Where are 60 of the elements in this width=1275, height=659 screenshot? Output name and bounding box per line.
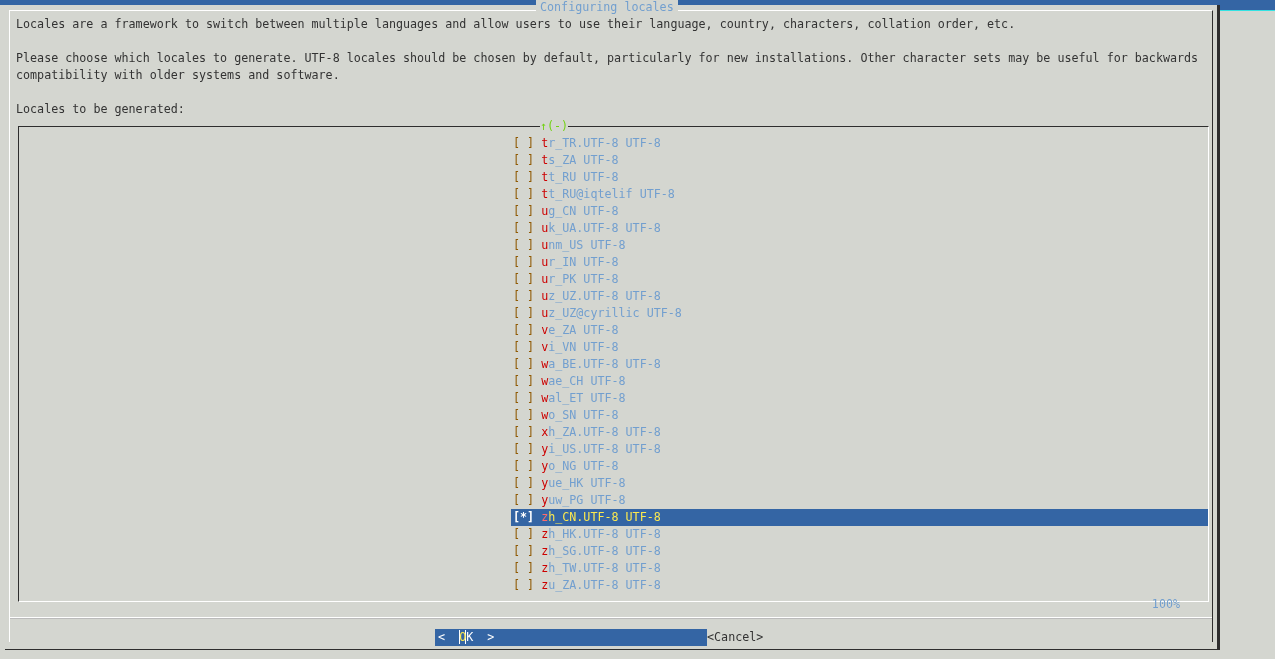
locale-item[interactable]: [ ] tt_RU UTF-8 <box>511 169 1208 186</box>
checkbox[interactable]: [ ] <box>513 271 535 288</box>
locale-item[interactable]: [*] zh_CN.UTF-8 UTF-8 <box>511 509 1208 526</box>
checkbox[interactable]: [ ] <box>513 339 535 356</box>
checkbox[interactable]: [ ] <box>513 135 535 152</box>
locale-item[interactable]: [ ] wa_BE.UTF-8 UTF-8 <box>511 356 1208 373</box>
checkbox[interactable]: [ ] <box>513 288 535 305</box>
locale-item[interactable]: [ ] wae_CH UTF-8 <box>511 373 1208 390</box>
checkbox[interactable]: [ ] <box>513 305 535 322</box>
checkbox[interactable]: [ ] <box>513 322 535 339</box>
checkbox[interactable]: [ ] <box>513 220 535 237</box>
locale-item[interactable]: [ ] tr_TR.UTF-8 UTF-8 <box>511 135 1208 152</box>
locale-item[interactable]: [ ] yue_HK UTF-8 <box>511 475 1208 492</box>
checkbox[interactable]: [ ] <box>513 254 535 271</box>
locale-item[interactable]: [ ] ts_ZA UTF-8 <box>511 152 1208 169</box>
checkbox[interactable]: [ ] <box>513 237 535 254</box>
checkbox[interactable]: [ ] <box>513 458 535 475</box>
checkbox[interactable]: [ ] <box>513 152 535 169</box>
locale-item[interactable]: [ ] uz_UZ@cyrillic UTF-8 <box>511 305 1208 322</box>
locale-item[interactable]: [ ] zh_TW.UTF-8 UTF-8 <box>511 560 1208 577</box>
checkbox[interactable]: [ ] <box>513 356 535 373</box>
locale-item[interactable]: [ ] ug_CN UTF-8 <box>511 203 1208 220</box>
list-label: Locales to be generated: <box>16 101 186 118</box>
locale-item[interactable]: [ ] zh_HK.UTF-8 UTF-8 <box>511 526 1208 543</box>
checkbox[interactable]: [*] <box>513 509 535 526</box>
checkbox[interactable]: [ ] <box>513 169 535 186</box>
locale-item[interactable]: [ ] unm_US UTF-8 <box>511 237 1208 254</box>
checkbox[interactable]: [ ] <box>513 424 535 441</box>
checkbox[interactable]: [ ] <box>513 475 535 492</box>
locale-item[interactable]: [ ] yi_US.UTF-8 UTF-8 <box>511 441 1208 458</box>
checkbox[interactable]: [ ] <box>513 186 535 203</box>
locale-item[interactable]: [ ] yo_NG UTF-8 <box>511 458 1208 475</box>
checkbox[interactable]: [ ] <box>513 373 535 390</box>
checkbox[interactable]: [ ] <box>513 526 535 543</box>
dialog-title: Configuring locales <box>536 0 678 16</box>
checkbox[interactable]: [ ] <box>513 492 535 509</box>
description-text: Locales are a framework to switch between multiple languages and allow users to use their language, country, characters, collation order, etc. <box>16 16 1017 33</box>
checkbox[interactable]: [ ] <box>513 577 535 594</box>
checkbox[interactable]: [ ] <box>513 203 535 220</box>
locale-item[interactable]: [ ] wal_ET UTF-8 <box>511 390 1208 407</box>
locale-item[interactable]: [ ] yuw_PG UTF-8 <box>511 492 1208 509</box>
locale-item[interactable]: [ ] zu_ZA.UTF-8 UTF-8 <box>511 577 1208 594</box>
locale-item[interactable]: [ ] xh_ZA.UTF-8 UTF-8 <box>511 424 1208 441</box>
scroll-percent: 100% <box>1151 596 1180 613</box>
checkbox[interactable]: [ ] <box>513 543 535 560</box>
cancel-button[interactable]: <Cancel> <box>707 629 764 646</box>
locale-item[interactable]: [ ] ur_IN UTF-8 <box>511 254 1208 271</box>
locale-item[interactable]: [ ] uz_UZ.UTF-8 UTF-8 <box>511 288 1208 305</box>
locale-item[interactable]: [ ] uk_UA.UTF-8 UTF-8 <box>511 220 1208 237</box>
checkbox[interactable]: [ ] <box>513 441 535 458</box>
description-text: Please choose which locales to generate. UTF-8 locales should be chosen by default, particularly for new installations. Other character sets may be useful for backwards compatibility with older systems and software. <box>16 50 1200 84</box>
locale-item[interactable]: [ ] zh_SG.UTF-8 UTF-8 <box>511 543 1208 560</box>
checkbox[interactable]: [ ] <box>513 407 535 424</box>
locale-item[interactable]: [ ] wo_SN UTF-8 <box>511 407 1208 424</box>
locale-item[interactable]: [ ] ur_PK UTF-8 <box>511 271 1208 288</box>
checkbox[interactable]: [ ] <box>513 390 535 407</box>
checkbox[interactable]: [ ] <box>513 560 535 577</box>
locale-item[interactable]: [ ] vi_VN UTF-8 <box>511 339 1208 356</box>
locale-item[interactable]: [ ] tt_RU@iqtelif UTF-8 <box>511 186 1208 203</box>
locale-item[interactable]: [ ] ve_ZA UTF-8 <box>511 322 1208 339</box>
